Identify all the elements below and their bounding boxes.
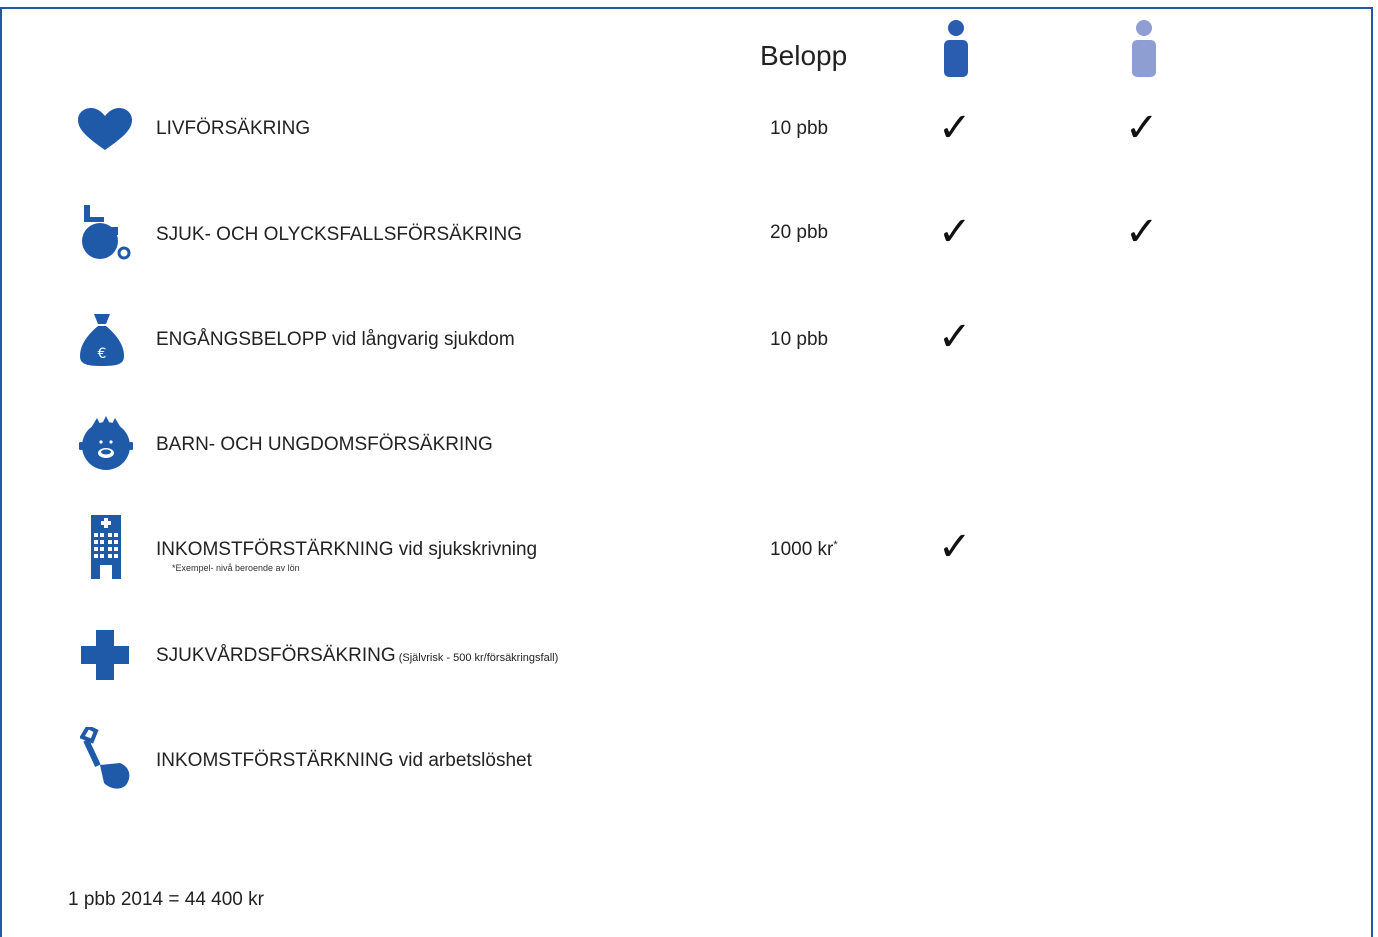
row-label-sjuk-olycksfall: SJUK- OCH OLYCKSFALLSFÖRSÄKRING — [156, 224, 523, 245]
row-label-engangsbelopp: ENGÅNGSBELOPP vid långvarig sjukdom — [156, 329, 515, 350]
row-amount-inkomst-sjukskrivning: 1000 kr* — [770, 539, 838, 560]
heart-icon — [78, 108, 132, 178]
check-icon: ✓ — [938, 525, 972, 569]
check-icon: ✓ — [1125, 210, 1159, 254]
row-amount-engangsbelopp: 10 pbb — [770, 329, 829, 350]
footer-pbb-note: 1 pbb 2014 = 44 400 kr — [68, 889, 264, 910]
person-dark-icon — [943, 20, 969, 78]
row-label-inkomst-sjukskrivning: INKOMSTFÖRSTÄRKNING vid sjukskrivning — [156, 539, 538, 560]
money-bag-icon: € — [80, 312, 134, 382]
content-frame — [0, 7, 1373, 937]
child-face-icon — [79, 416, 133, 486]
person-light-icon — [1131, 20, 1157, 78]
amount-column-header: Belopp — [760, 40, 848, 71]
row-label-inkomst-arbetsloshet: INKOMSTFÖRSTÄRKNING vid arbetslöshet — [156, 750, 532, 771]
check-icon: ✓ — [938, 210, 972, 254]
check-icon: ✓ — [938, 315, 972, 359]
medical-cross-icon — [81, 630, 135, 700]
row-label-sjukvard: SJUKVÅRDSFÖRSÄKRING (Självrisk - 500 kr/… — [156, 645, 559, 666]
shovel-icon — [80, 727, 134, 797]
row-note-exempel: *Exempel- nivå beroende av lön — [172, 563, 300, 573]
check-icon: ✓ — [938, 106, 972, 150]
check-icon: ✓ — [1125, 106, 1159, 150]
row-label-livforsakring: LIVFÖRSÄKRING — [156, 118, 311, 139]
row-amount-livforsakring: 10 pbb — [770, 118, 829, 139]
wheelchair-icon — [78, 205, 132, 275]
hospital-building-icon — [91, 515, 145, 585]
row-label-barn-ungdom: BARN- OCH UNGDOMSFÖRSÄKRING — [156, 434, 493, 455]
svg-text:€: € — [98, 346, 107, 362]
row-amount-sjuk-olycksfall: 20 pbb — [770, 222, 829, 243]
